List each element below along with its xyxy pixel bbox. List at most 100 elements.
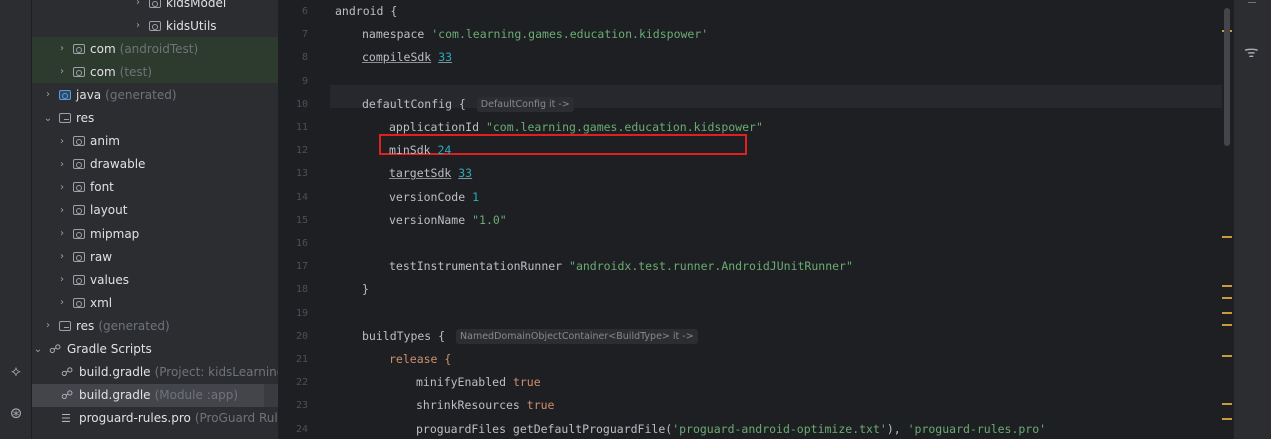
tree-item-suffix: (ProGuard Rules [194, 411, 278, 426]
tree-item-suffix: (Module :app) [154, 388, 239, 403]
code-line[interactable]: release { [389, 348, 451, 371]
chevron-right-icon[interactable]: › [132, 20, 144, 31]
tree-item-suffix: (generated) [105, 87, 177, 102]
chevron-right-icon[interactable]: › [56, 136, 68, 147]
tree-item[interactable]: › kidsModel [32, 0, 278, 14]
stripe-mark[interactable] [1222, 403, 1232, 405]
line-number: 22 [295, 377, 308, 389]
chevron-down-icon[interactable]: ⌄ [32, 344, 44, 355]
tree-item[interactable]: › xml [32, 291, 278, 314]
code-line[interactable]: applicationId "com.learning.games.educat… [389, 116, 763, 139]
chevron-right-icon[interactable]: › [132, 0, 144, 8]
tree-item-label: com [90, 41, 116, 56]
tree-item-suffix: (Project: kidsLearning) [154, 365, 278, 380]
tree-item[interactable]: › raw [32, 245, 278, 268]
code-token: versionName [389, 212, 473, 227]
code-token: 1 [472, 189, 480, 204]
folder-icon [73, 274, 85, 285]
inlay-type-hint: NamedDomainObjectContainer<BuildType> it… [456, 328, 698, 344]
code-line[interactable]: versionCode 1 [389, 186, 479, 209]
code-line[interactable]: android { [335, 0, 397, 23]
chevron-right-icon[interactable]: › [56, 251, 68, 262]
folder-icon [149, 20, 161, 31]
tree-item-label: com [90, 64, 116, 79]
tree-item-label: drawable [90, 157, 146, 172]
chevron-right-icon[interactable]: › [56, 66, 68, 77]
stripe-mark[interactable] [1222, 297, 1232, 299]
resources-folder-icon [59, 113, 71, 123]
code-token: targetSdk [389, 166, 452, 181]
code-token: compileSdk [362, 50, 432, 65]
code-line[interactable]: proguardFiles getDefaultProguardFile('pr… [416, 418, 1046, 439]
code-line[interactable]: namespace 'com.learning.games.education.… [362, 23, 708, 46]
code-token: ), [886, 421, 908, 436]
chevron-down-icon[interactable]: ⌄ [42, 113, 54, 124]
code-token: "com.learning.games.education.kidspower" [485, 120, 763, 134]
tree-item-label: mipmap [90, 226, 140, 241]
stripe-mark[interactable] [1222, 355, 1232, 357]
code-line[interactable]: testInstrumentationRunner "androidx.test… [389, 255, 853, 278]
code-token: proguardFiles getDefaultProguardFile( [416, 421, 673, 436]
tree-item[interactable]: › values [32, 268, 278, 291]
code-line[interactable]: minifyEnabled true [416, 371, 541, 394]
code-editor[interactable]: android {namespace 'com.learning.games.e… [330, 0, 1230, 439]
tree-item[interactable]: ☍ build.gradle (Module :app) [32, 383, 278, 407]
code-line[interactable]: compileSdk 33 [362, 46, 452, 69]
code-line[interactable]: buildTypes { NamedDomainObjectContainer<… [362, 325, 698, 348]
stripe-mark[interactable] [1222, 312, 1232, 314]
tree-item[interactable]: ☰ proguard-rules.pro(ProGuard Rules [32, 407, 278, 430]
line-number: 21 [295, 354, 308, 365]
code-token: "androidx.test.runner.AndroidJUnitRunner… [569, 259, 853, 274]
tree-item-label: font [90, 180, 114, 195]
stripe-mark[interactable] [1222, 418, 1232, 420]
line-number: 6 [301, 6, 308, 17]
tree-item[interactable]: › com (androidTest) [32, 37, 278, 61]
code-token: release { [389, 352, 452, 366]
tree-item-label: anim [90, 134, 120, 149]
tree-item[interactable]: › layout [32, 199, 278, 222]
chevron-right-icon[interactable]: › [56, 274, 68, 285]
tree-item[interactable]: ⌄ res [32, 107, 278, 130]
gradle-tool-icon[interactable]: ⊛ [6, 403, 26, 423]
stripe-mark[interactable] [1222, 285, 1232, 287]
tree-item[interactable]: ⌄ ☍ Gradle Scripts [32, 338, 278, 361]
tree-item[interactable]: ☍ build.gradle (Project: kidsLearning) [32, 361, 278, 384]
chevron-right-icon[interactable]: › [42, 320, 54, 331]
code-token: testInstrumentationRunner [389, 259, 570, 274]
tree-item[interactable]: › java (generated) [32, 83, 278, 106]
code-token: 33 [458, 166, 473, 181]
build-variants-icon[interactable]: ⟡ [6, 361, 26, 381]
code-line[interactable]: versionName "1.0" [389, 209, 507, 232]
editor-scrollbar-thumb[interactable] [1224, 8, 1230, 146]
folder-icon [73, 228, 85, 239]
line-number: 12 [295, 145, 308, 157]
stripe-mark[interactable] [1222, 236, 1232, 238]
tree-item[interactable]: › kidsUtils [32, 14, 278, 37]
chevron-right-icon[interactable]: › [42, 89, 54, 100]
code-token: 'proguard-android-optimize.txt' [672, 421, 887, 436]
tree-item[interactable]: › res (generated) [32, 314, 278, 337]
code-line[interactable]: shrinkResources true [416, 394, 554, 417]
tree-item[interactable]: › anim [32, 130, 278, 153]
tree-item[interactable]: › mipmap [32, 222, 278, 245]
line-number: 18 [295, 284, 308, 296]
line-number: 17 [295, 261, 308, 273]
code-line[interactable]: targetSdk 33 [389, 162, 472, 185]
chevron-right-icon[interactable]: › [56, 159, 68, 170]
chevron-right-icon[interactable]: › [56, 297, 68, 308]
device-manager-icon[interactable]: ᯤ [1244, 40, 1259, 62]
chevron-right-icon[interactable]: › [56, 43, 68, 54]
code-line[interactable]: defaultConfig { DefaultConfig it -> [362, 93, 574, 116]
code-line[interactable]: } [362, 278, 369, 301]
code-line[interactable]: minSdk 24 [389, 139, 451, 162]
tree-item[interactable]: › com (test) [32, 60, 278, 84]
chevron-right-icon[interactable]: › [56, 205, 68, 216]
tree-item[interactable]: › drawable [32, 153, 278, 176]
tree-item[interactable]: › font [32, 176, 278, 199]
stripe-mark[interactable] [1222, 324, 1232, 326]
tree-item-label: build.gradle [79, 365, 151, 380]
chevron-right-icon[interactable]: › [56, 182, 68, 193]
folder-icon [73, 205, 85, 216]
chevron-right-icon[interactable]: › [56, 228, 68, 239]
tree-item-label: res [76, 318, 95, 333]
